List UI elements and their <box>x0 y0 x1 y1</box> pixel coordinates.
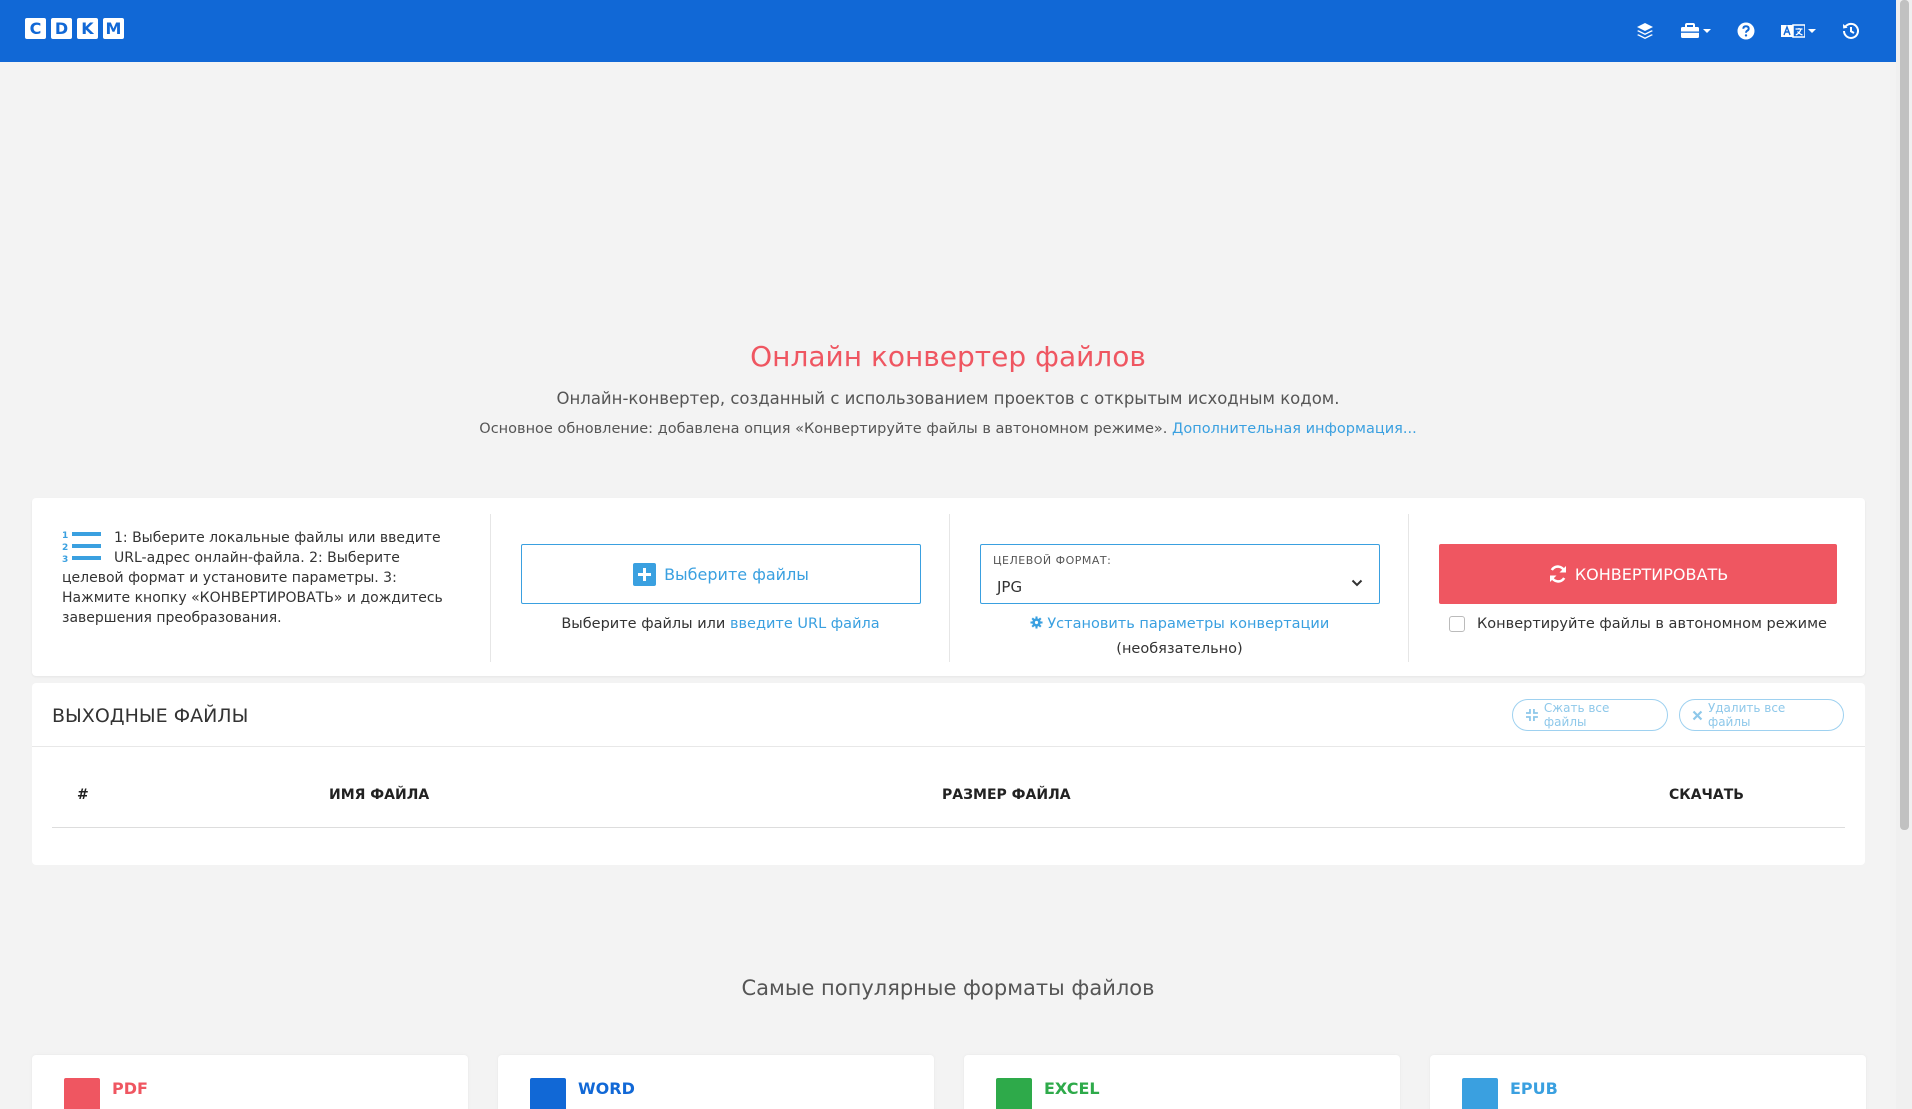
convert-button[interactable]: КОНВЕРТИРОВАТЬ <box>1439 544 1837 604</box>
column-header-number: # <box>77 787 89 803</box>
update-text: Основное обновление: добавлена опция «Ко… <box>479 421 1168 437</box>
close-icon <box>1692 710 1703 720</box>
help-button[interactable] <box>1737 18 1755 44</box>
convert-button-label: КОНВЕРТИРОВАТЬ <box>1574 564 1729 584</box>
page-scrollbar[interactable] <box>1896 0 1912 1109</box>
word-file-icon <box>530 1078 566 1109</box>
choose-files-hint: Выберите файлы или введите URL файла <box>491 616 950 632</box>
logo-letter-m: M <box>103 18 124 39</box>
format-card-word[interactable]: WORD <box>498 1055 934 1109</box>
compress-all-label: Сжать все файлы <box>1543 701 1610 729</box>
logo-letter-c: C <box>25 18 46 39</box>
refresh-icon <box>1549 565 1566 583</box>
compress-all-button[interactable]: Сжать все файлы <box>1512 699 1668 731</box>
format-column: ЦЕЛЕВОЙ ФОРМАТ: JPG Установить параметры… <box>949 514 1408 662</box>
delete-all-button[interactable]: Удалить все файлы <box>1679 699 1844 731</box>
settings-optional-note: (необязательно) <box>1116 641 1243 657</box>
update-notice: Основное обновление: добавлена опция «Ко… <box>0 421 1896 437</box>
convert-column: КОНВЕРТИРОВАТЬ Конвертируйте файлы в авт… <box>1408 514 1865 662</box>
format-card-epub[interactable]: EPUB <box>1430 1055 1866 1109</box>
history-button[interactable] <box>1842 18 1860 44</box>
compress-icon <box>1525 709 1538 721</box>
steps-instructions: 1 2 3 1: Выберите локальные файлы или вв… <box>62 528 462 628</box>
file-select-column: Выберите файлы Выберите файлы или введит… <box>490 514 949 662</box>
svg-text:2: 2 <box>62 543 68 553</box>
toolbox-icon <box>1681 23 1699 38</box>
layers-icon <box>1637 23 1653 39</box>
language-dropdown[interactable] <box>1781 18 1816 44</box>
target-format-value: JPG <box>997 578 1023 596</box>
delete-all-label: Удалить все файлы <box>1707 701 1786 729</box>
history-icon <box>1843 22 1859 39</box>
table-header-line <box>52 827 1845 828</box>
chevron-down-icon <box>1351 579 1363 587</box>
chevron-down-icon <box>1808 29 1816 33</box>
converter-panel: 1 2 3 1: Выберите локальные файлы или вв… <box>32 498 1865 676</box>
more-info-link[interactable]: Дополнительная информация... <box>1172 421 1417 437</box>
steps-column: 1 2 3 1: Выберите локальные файлы или вв… <box>32 514 490 662</box>
column-header-filename: ИМЯ ФАЙЛА <box>329 787 430 803</box>
choose-files-button[interactable]: Выберите файлы <box>521 544 921 604</box>
output-divider <box>32 746 1865 747</box>
format-card-excel[interactable]: EXCEL <box>964 1055 1400 1109</box>
popular-formats-title: Самые популярные форматы файлов <box>741 976 1155 1000</box>
hero-section: Онлайн конвертер файлов Онлайн-конвертер… <box>0 340 1896 437</box>
target-format-select[interactable]: ЦЕЛЕВОЙ ФОРМАТ: JPG <box>980 544 1380 604</box>
offline-mode-label: Конвертируйте файлы в автономном режиме <box>1477 616 1827 632</box>
format-card-label: EXCEL <box>1044 1079 1100 1098</box>
layers-button[interactable] <box>1636 18 1654 44</box>
plus-square-icon <box>633 562 657 586</box>
chevron-down-icon <box>1703 29 1711 33</box>
choose-files-label: Выберите файлы <box>664 564 809 584</box>
conversion-settings-link[interactable]: Установить параметры конвертации <box>950 616 1409 632</box>
tools-dropdown[interactable] <box>1680 18 1711 44</box>
scrollbar-thumb[interactable] <box>1900 0 1909 830</box>
svg-text:1: 1 <box>62 531 68 541</box>
offline-mode-checkbox[interactable] <box>1449 616 1465 632</box>
choose-hint-text: Выберите файлы или <box>561 616 726 632</box>
gear-icon <box>1030 616 1043 629</box>
page-title: Онлайн конвертер файлов <box>750 340 1146 373</box>
numbered-list-icon: 1 2 3 <box>62 531 101 565</box>
epub-file-icon <box>1462 1078 1498 1109</box>
format-card-label: WORD <box>578 1079 635 1098</box>
format-card-label: PDF <box>112 1079 148 1098</box>
logo-letter-k: K <box>77 18 98 39</box>
pdf-file-icon <box>64 1078 100 1109</box>
offline-mode-option[interactable]: Конвертируйте файлы в автономном режиме <box>1449 616 1827 632</box>
top-navbar: C D K M <box>0 0 1896 62</box>
conversion-settings-label: Установить параметры конвертации <box>1047 616 1330 632</box>
output-files-panel: ВЫХОДНЫЕ ФАЙЛЫ Сжать все файлы Удалить в… <box>32 683 1865 865</box>
logo-letter-d: D <box>51 18 72 39</box>
page-subtitle: Онлайн-конвертер, созданный с использова… <box>556 389 1340 408</box>
format-card-pdf[interactable]: PDF <box>32 1055 468 1109</box>
site-logo[interactable]: C D K M <box>25 18 124 39</box>
language-icon <box>1781 24 1805 38</box>
column-header-filesize: РАЗМЕР ФАЙЛА <box>942 787 1071 803</box>
svg-text:3: 3 <box>62 555 68 565</box>
target-format-label: ЦЕЛЕВОЙ ФОРМАТ: <box>993 554 1112 567</box>
help-icon <box>1737 22 1755 40</box>
format-card-label: EPUB <box>1510 1079 1558 1098</box>
excel-file-icon <box>996 1078 1032 1109</box>
column-header-download: СКАЧАТЬ <box>1669 787 1744 803</box>
enter-url-link[interactable]: введите URL файла <box>730 616 880 632</box>
output-files-title: ВЫХОДНЫЕ ФАЙЛЫ <box>52 705 249 727</box>
steps-text: 1: Выберите локальные файлы или введите … <box>62 530 443 626</box>
